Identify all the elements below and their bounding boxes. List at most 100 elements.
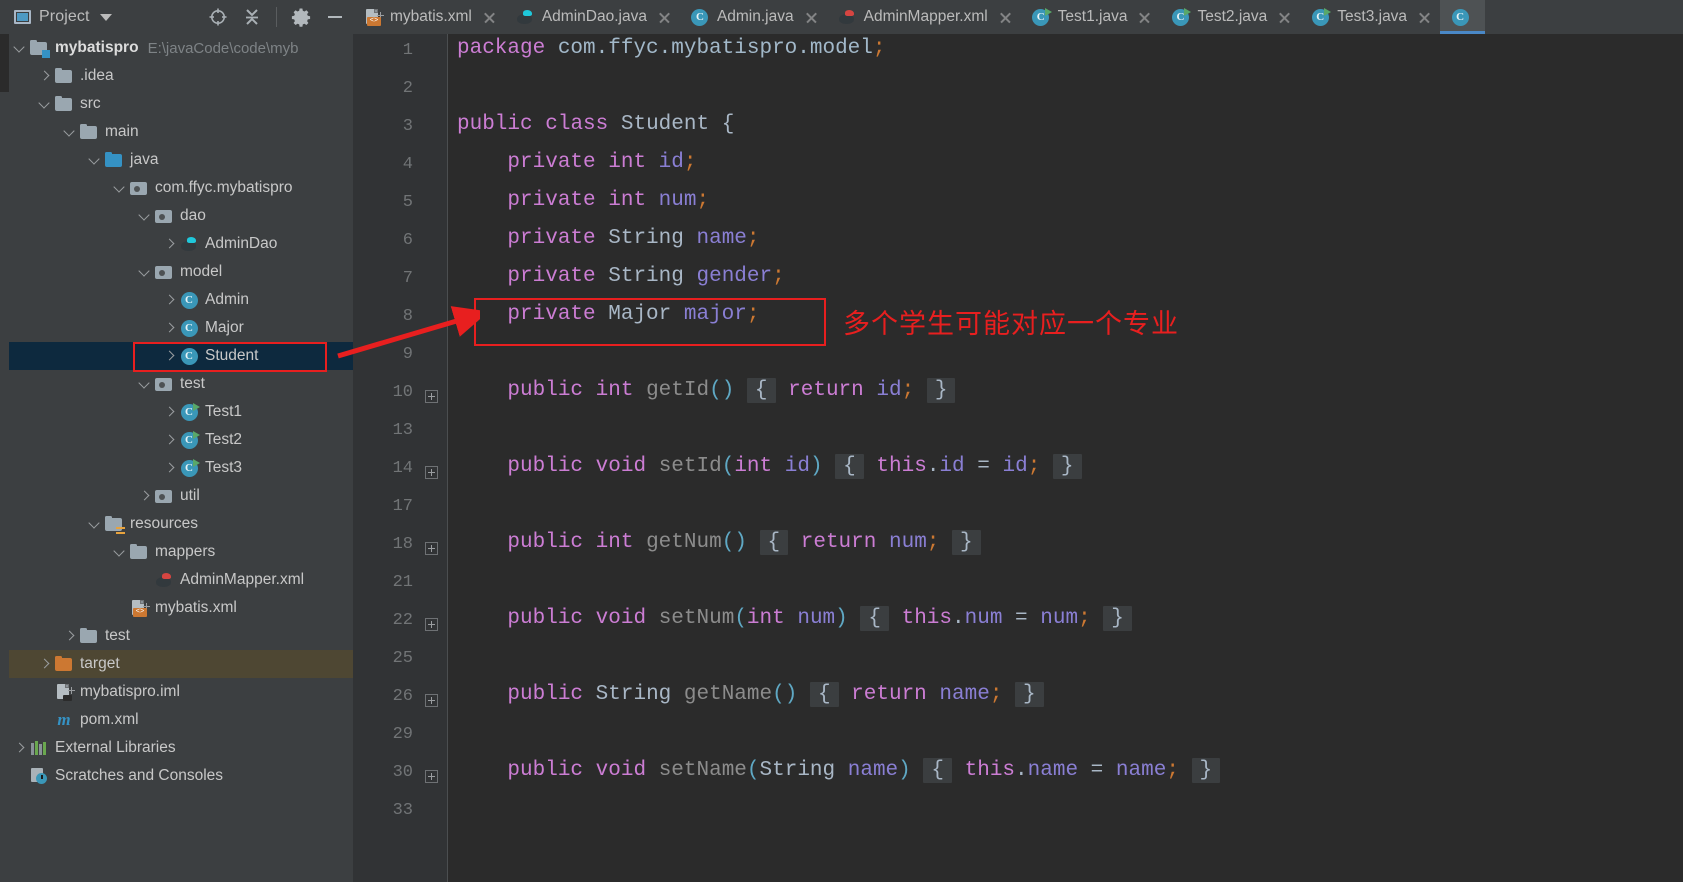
- tree-item-test1[interactable]: C Test1: [0, 398, 353, 426]
- chevron-down-icon[interactable]: [62, 125, 76, 139]
- code-line[interactable]: private String name;: [457, 227, 759, 250]
- code-line[interactable]: public int getId() { return id; }: [457, 378, 956, 403]
- tree-item-adminmapper-xml[interactable]: AdminMapper.xml: [0, 566, 353, 594]
- fold-expand-icon[interactable]: [425, 770, 438, 783]
- project-view-selector[interactable]: Project: [14, 8, 112, 26]
- code-line[interactable]: private int id;: [457, 151, 696, 174]
- close-icon[interactable]: [1137, 10, 1152, 25]
- tree-item-util[interactable]: util: [0, 482, 353, 510]
- project-tree[interactable]: mybatispro E:\javaCode\code\myb .idea src ma…: [0, 34, 353, 882]
- tree-item-major[interactable]: C Major: [0, 314, 353, 342]
- project-panel-title: Project: [39, 8, 90, 25]
- chevron-right-icon[interactable]: [162, 461, 176, 475]
- chevron-right-icon[interactable]: [162, 293, 176, 307]
- chevron-right-icon[interactable]: [162, 405, 176, 419]
- code-line[interactable]: private Major major;: [457, 303, 759, 326]
- tree-item-student[interactable]: C Student: [0, 342, 353, 370]
- chevron-right-icon[interactable]: [37, 657, 51, 671]
- chevron-right-icon[interactable]: [162, 321, 176, 335]
- toolbar-divider: [276, 7, 277, 27]
- tree-item-external-libraries[interactable]: External Libraries: [0, 734, 353, 762]
- close-icon[interactable]: [1417, 10, 1432, 25]
- editor-tab-bar[interactable]: <> mybatis.xml AdminDao.java C Admin.java Adm…: [353, 0, 1683, 34]
- code-line[interactable]: public int getNum() { return num; }: [457, 530, 981, 555]
- line-number: 5: [402, 193, 413, 212]
- code-line[interactable]: public void setNum(int num) { this.num =…: [457, 606, 1132, 631]
- close-icon[interactable]: [482, 10, 497, 25]
- code-line[interactable]: private int num;: [457, 189, 709, 212]
- editor-gutter[interactable]: 1 2 3 4 5 6 7 8 9 10 13 14 17 18 21 22 25 26 29 30 33: [353, 34, 448, 882]
- chevron-right-icon[interactable]: [62, 629, 76, 643]
- class-icon: C: [690, 8, 710, 26]
- tree-item-dao[interactable]: dao: [0, 202, 353, 230]
- code-line[interactable]: private String gender;: [457, 265, 784, 288]
- minimize-icon[interactable]: [325, 7, 345, 27]
- tree-item-java[interactable]: java: [0, 146, 353, 174]
- tree-item-pom-xml[interactable]: m pom.xml: [0, 706, 353, 734]
- tree-item-test2[interactable]: C Test2: [0, 426, 353, 454]
- code-line[interactable]: public void setName(String name) { this.…: [457, 758, 1221, 783]
- chevron-right-icon[interactable]: [37, 69, 51, 83]
- tree-item-mybatispro-iml[interactable]: mybatispro.iml: [0, 678, 353, 706]
- tree-item-mybatispro[interactable]: mybatispro E:\javaCode\code\myb: [0, 34, 353, 62]
- chevron-right-icon[interactable]: [162, 433, 176, 447]
- close-icon[interactable]: [657, 10, 672, 25]
- tree-item-mybatis-xml[interactable]: <> mybatis.xml: [0, 594, 353, 622]
- editor-tab-partial[interactable]: C: [1440, 0, 1486, 34]
- tree-item-test3[interactable]: C Test3: [0, 454, 353, 482]
- folder-icon: [79, 627, 99, 645]
- editor-tab-test3-java[interactable]: C Test3.java: [1300, 0, 1440, 34]
- fold-expand-icon[interactable]: [425, 694, 438, 707]
- project-tool-window: Project mybatispro E:\javaCode\code\myb …: [0, 0, 353, 882]
- fold-expand-icon[interactable]: [425, 542, 438, 555]
- code-line[interactable]: public class Student {: [457, 113, 734, 136]
- code-line[interactable]: public void setId(int id) { this.id = id…: [457, 454, 1082, 479]
- close-icon[interactable]: [804, 10, 819, 25]
- editor-tab-test1-java[interactable]: C Test1.java: [1021, 0, 1161, 34]
- editor-tab-mybatis-xml[interactable]: <> mybatis.xml: [353, 0, 505, 34]
- tree-item-target[interactable]: target: [0, 650, 353, 678]
- chevron-right-icon[interactable]: [12, 741, 26, 755]
- chevron-down-icon[interactable]: [137, 265, 151, 279]
- tree-item-main[interactable]: main: [0, 118, 353, 146]
- tree-item-model[interactable]: model: [0, 258, 353, 286]
- tree-item-admin[interactable]: C Admin: [0, 286, 353, 314]
- editor-tab-test2-java[interactable]: C Test2.java: [1160, 0, 1300, 34]
- collapse-all-icon[interactable]: [242, 7, 262, 27]
- chevron-down-icon[interactable]: [87, 517, 101, 531]
- chevron-right-icon[interactable]: [137, 489, 151, 503]
- settings-gear-icon[interactable]: [291, 7, 311, 27]
- code-editor[interactable]: 1 2 3 4 5 6 7 8 9 10 13 14 17 18 21 22 25 26 29 30 33 packag…: [353, 34, 1683, 882]
- fold-expand-icon[interactable]: [425, 466, 438, 479]
- fold-expand-icon[interactable]: [425, 618, 438, 631]
- chevron-down-icon[interactable]: [37, 97, 51, 111]
- editor-tab-adminmapper-xml[interactable]: AdminMapper.xml: [827, 0, 1021, 34]
- editor-tab-admin-java[interactable]: C Admin.java: [680, 0, 827, 34]
- fold-expand-icon[interactable]: [425, 390, 438, 403]
- tree-item-scratches-and-consoles[interactable]: Scratches and Consoles: [0, 762, 353, 790]
- code-line[interactable]: public String getName() { return name; }: [457, 682, 1044, 707]
- tree-item-com-ffyc-mybatispro[interactable]: com.ffyc.mybatispro: [0, 174, 353, 202]
- tree-item-resources[interactable]: resources: [0, 510, 353, 538]
- line-number: 18: [392, 535, 413, 554]
- chevron-down-icon[interactable]: [137, 209, 151, 223]
- chevron-down-icon[interactable]: [12, 41, 26, 55]
- tree-item--idea[interactable]: .idea: [0, 62, 353, 90]
- tree-item-src[interactable]: src: [0, 90, 353, 118]
- close-icon[interactable]: [998, 10, 1013, 25]
- tree-item-test[interactable]: test: [0, 370, 353, 398]
- chevron-right-icon[interactable]: [162, 349, 176, 363]
- chevron-right-icon[interactable]: [162, 237, 176, 251]
- chevron-down-icon[interactable]: [112, 181, 126, 195]
- tree-item-mappers[interactable]: mappers: [0, 538, 353, 566]
- tree-item-test[interactable]: test: [0, 622, 353, 650]
- editor-tab-admindao-java[interactable]: AdminDao.java: [505, 0, 680, 34]
- chevron-down-icon[interactable]: [99, 13, 112, 21]
- code-line[interactable]: package com.ffyc.mybatispro.model;: [457, 37, 886, 60]
- locate-icon[interactable]: [208, 7, 228, 27]
- chevron-down-icon[interactable]: [87, 153, 101, 167]
- tree-item-admindao[interactable]: AdminDao: [0, 230, 353, 258]
- close-icon[interactable]: [1277, 10, 1292, 25]
- chevron-down-icon[interactable]: [137, 377, 151, 391]
- chevron-down-icon[interactable]: [112, 545, 126, 559]
